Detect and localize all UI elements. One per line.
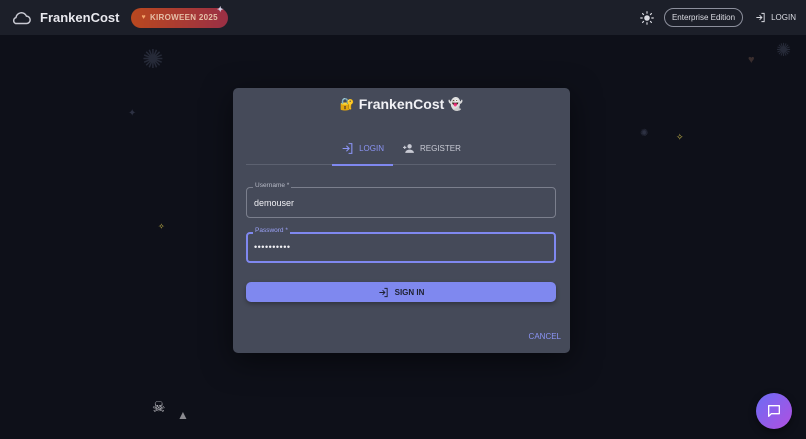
dialog-title-text: FrankenCost: [358, 96, 445, 112]
spiderweb-icon: ✺: [776, 40, 792, 60]
app-bar: FrankenCost ♥ KIROWEEN 2025 ✦ Enterprise…: [0, 0, 806, 35]
heart-deco-icon: ♥: [748, 54, 755, 66]
sign-in-button[interactable]: SIGN IN: [246, 282, 556, 302]
tab-register[interactable]: REGISTER: [393, 132, 470, 165]
username-field[interactable]: Username * demouser: [246, 182, 556, 218]
username-label: Username *: [253, 182, 292, 189]
spiderweb-icon: ✺: [142, 44, 164, 74]
ghost-icon: 👻: [448, 97, 464, 111]
cancel-button[interactable]: CANCEL: [529, 332, 561, 341]
cloud-logo-icon: [12, 11, 31, 24]
wand-icon: ✦: [216, 4, 224, 14]
ghost-icon: ✺: [640, 128, 649, 139]
kiroween-badge[interactable]: ♥ KIROWEEN 2025 ✦: [131, 4, 228, 28]
theme-toggle-sun-icon[interactable]: [640, 10, 654, 25]
header-login-button[interactable]: LOGIN: [755, 12, 796, 23]
skull-icon: ☠: [152, 399, 166, 416]
edition-chip[interactable]: Enterprise Edition: [663, 8, 744, 27]
brand-name: FrankenCost: [40, 10, 120, 25]
password-label: Password *: [253, 227, 290, 234]
badge-label: KIROWEEN 2025: [149, 13, 218, 22]
login-dialog: 🔐 FrankenCost 👻 LOGIN REGISTER Username …: [233, 88, 570, 353]
login-icon: [378, 287, 388, 297]
tombstone-icon: ▲: [177, 408, 189, 422]
bat-icon: ✦: [128, 108, 137, 119]
password-value: ••••••••••: [254, 242, 291, 252]
heart-icon: ♥: [141, 14, 146, 21]
username-value: demouser: [254, 198, 295, 208]
sign-in-label: SIGN IN: [394, 287, 425, 297]
header-login-label: LOGIN: [771, 13, 796, 22]
login-icon: [756, 12, 765, 23]
chat-bubble-icon: [768, 405, 780, 417]
tab-login-label: LOGIN: [359, 144, 384, 153]
dialog-title: 🔐 FrankenCost 👻: [233, 96, 570, 112]
sparkle-icon: ✧: [676, 132, 684, 142]
password-field[interactable]: Password * ••••••••••: [246, 227, 556, 263]
auth-tabs: LOGIN REGISTER: [246, 132, 556, 166]
sparkle-icon: ✧: [158, 222, 165, 231]
tab-register-label: REGISTER: [420, 144, 461, 153]
person-add-icon: [403, 144, 414, 153]
lock-key-icon: 🔐: [339, 97, 355, 111]
tab-login[interactable]: LOGIN: [332, 132, 393, 166]
login-icon: [342, 143, 353, 154]
chat-button[interactable]: [756, 393, 792, 429]
